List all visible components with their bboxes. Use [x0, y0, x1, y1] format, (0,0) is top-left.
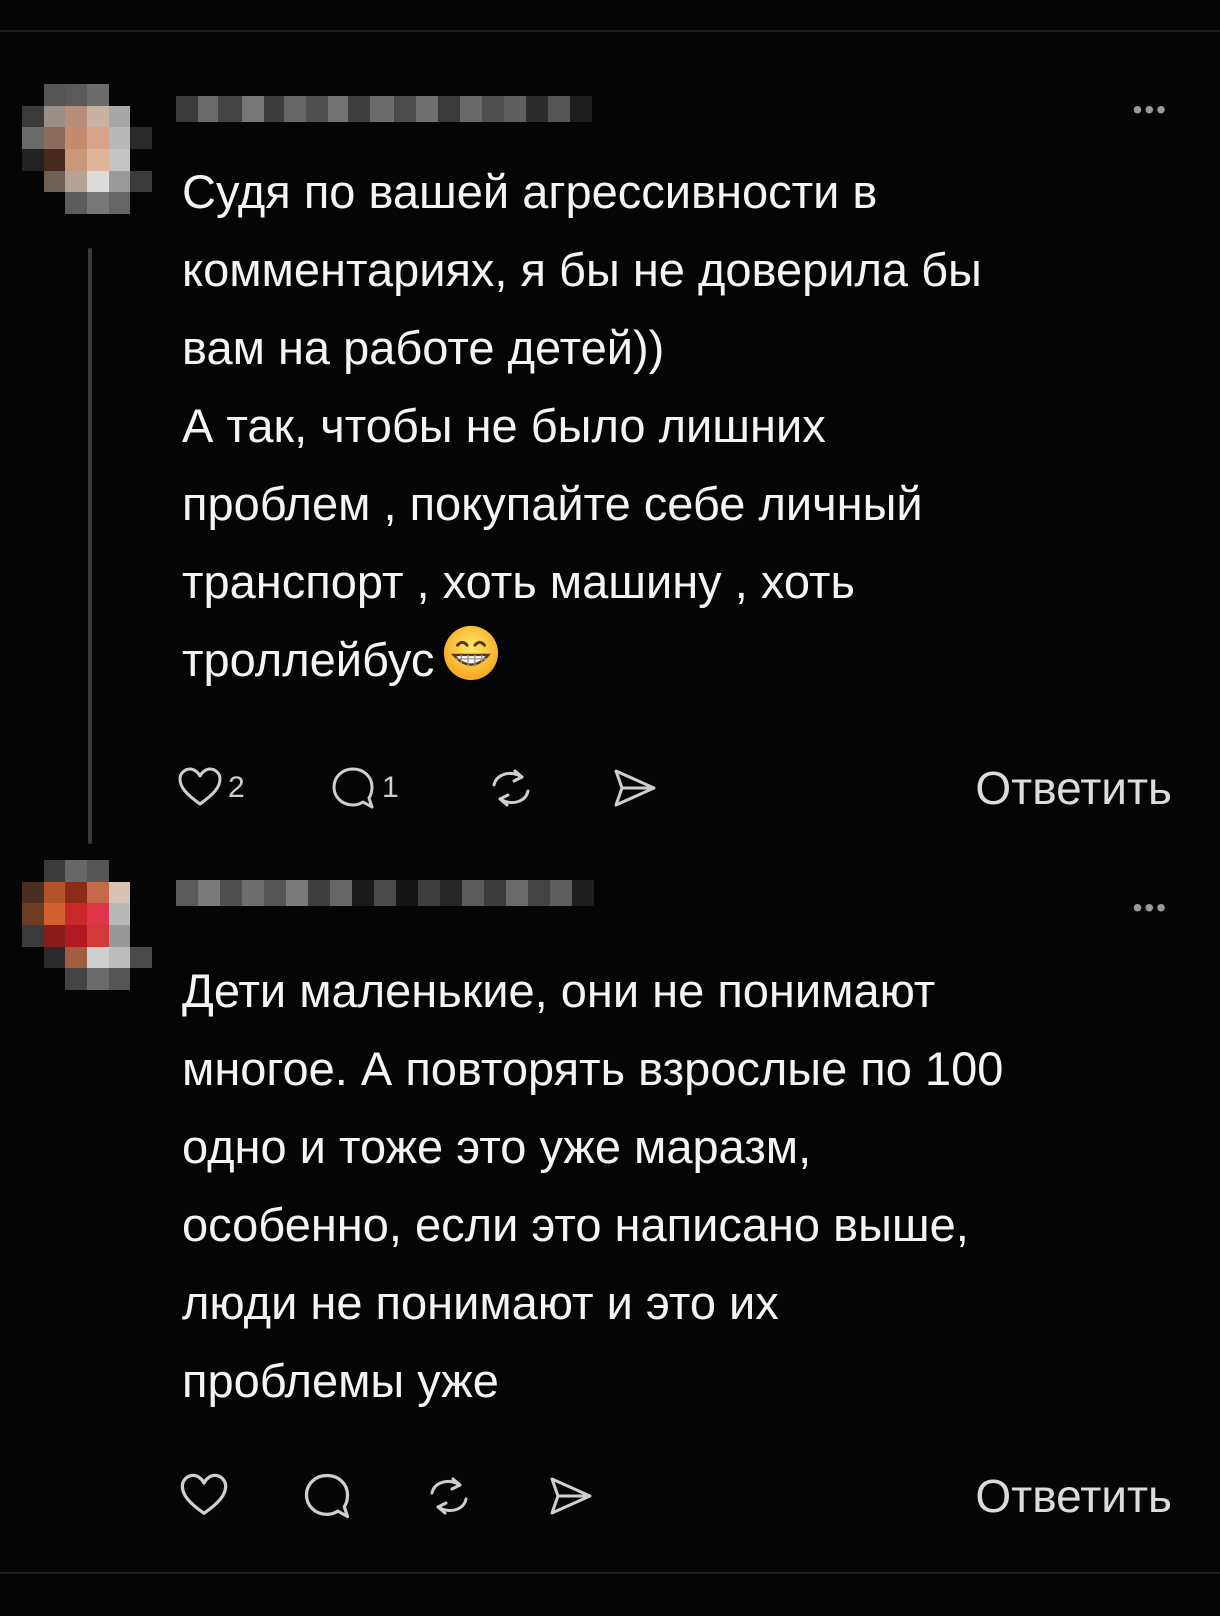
repost-icon — [492, 769, 530, 807]
share-button[interactable] — [608, 758, 662, 818]
speech-bubble-icon — [332, 767, 374, 809]
repost-icon — [430, 1477, 468, 1515]
like-count: 2 — [228, 771, 245, 804]
speech-bubble-icon — [304, 1473, 350, 1519]
author-name-blurred[interactable] — [176, 96, 592, 122]
comment-actions: Ответить — [176, 1466, 1176, 1526]
like-button[interactable]: 2 — [176, 758, 245, 818]
text-line: проблемы уже — [182, 1354, 499, 1407]
send-arrow-icon — [550, 1477, 592, 1515]
more-options-icon[interactable]: ••• — [1133, 96, 1168, 124]
author-name-blurred[interactable] — [176, 880, 594, 906]
heart-icon — [178, 767, 222, 806]
text-line-content: троллейбус — [182, 633, 435, 686]
repost-button[interactable] — [422, 1466, 476, 1526]
comment-button[interactable]: 1 — [328, 758, 399, 818]
like-button[interactable] — [178, 1466, 230, 1526]
reply-button[interactable]: Ответить — [975, 1466, 1172, 1526]
avatar[interactable] — [22, 860, 152, 990]
text-line: комментариях, я бы не доверила бы — [182, 243, 982, 296]
text-line: одно и тоже это уже маразм, — [182, 1120, 812, 1173]
text-line: вам на работе детей)) — [182, 321, 665, 374]
text-line: Дети маленькие, они не понимают — [182, 964, 936, 1017]
text-line: Судя по вашей агрессивности в — [182, 165, 878, 218]
text-line: А так, чтобы не было лишних — [182, 399, 826, 452]
text-line: многое. А повторять взрослые по 100 — [182, 1042, 1004, 1095]
text-line: проблем , покупайте себе личный — [182, 477, 923, 530]
share-button[interactable] — [544, 1466, 598, 1526]
comment-text: Судя по вашей агрессивности в комментари… — [182, 153, 1182, 699]
grinning-face-emoji — [444, 625, 499, 681]
avatar[interactable] — [22, 84, 152, 214]
text-line: троллейбус — [182, 621, 1182, 699]
more-options-icon[interactable]: ••• — [1133, 894, 1168, 922]
text-line: люди не понимают и это их — [182, 1276, 779, 1329]
top-divider — [0, 30, 1220, 32]
comment-text: Дети маленькие, они не понимают многое. … — [182, 952, 1182, 1420]
send-arrow-icon — [614, 769, 656, 807]
heart-icon — [180, 1473, 228, 1515]
reply-count: 1 — [382, 771, 399, 804]
text-line: транспорт , хоть машину , хоть — [182, 555, 855, 608]
thread-line — [88, 248, 92, 844]
comment-actions: 2 1 Ответить — [176, 758, 1176, 818]
text-line: особенно, если это написано выше, — [182, 1198, 969, 1251]
comment-button[interactable] — [300, 1466, 354, 1526]
bottom-divider — [0, 1572, 1220, 1574]
repost-button[interactable] — [484, 758, 538, 818]
reply-button[interactable]: Ответить — [975, 758, 1172, 818]
